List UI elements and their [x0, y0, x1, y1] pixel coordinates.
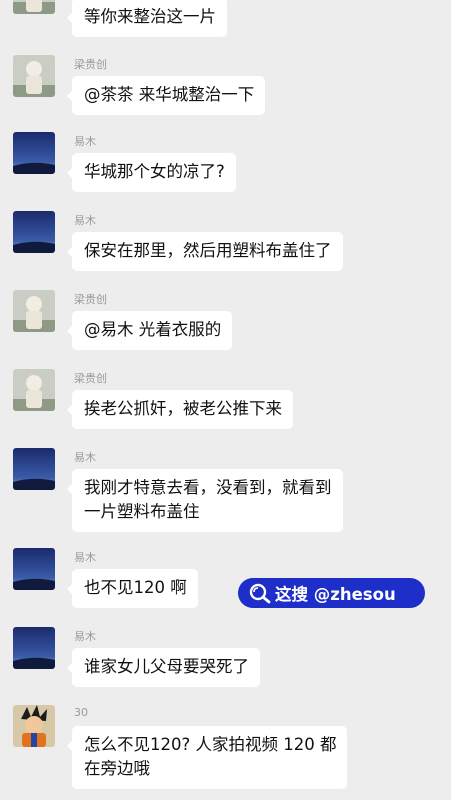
- message-bubble[interactable]: 我刚才特意去看，没看到，就看到 一片塑料布盖住: [67, 469, 343, 532]
- sender-name: 梁贵创: [74, 58, 107, 71]
- avatar[interactable]: [13, 448, 55, 490]
- message-text: 一片塑料布盖住: [84, 502, 200, 521]
- message-text: 怎么不见120? 人家拍视频 120 都: [84, 735, 337, 754]
- message-bubble[interactable]: 华城那个女的凉了?: [67, 153, 236, 192]
- sender-name: 易木: [74, 214, 96, 227]
- sender-name: 梁贵创: [74, 293, 107, 306]
- message-bubble[interactable]: 挨老公抓奸，被老公推下来: [67, 390, 293, 429]
- search-icon: [248, 582, 272, 604]
- message-text: 华城那个女的凉了?: [84, 162, 225, 181]
- sender-name: 易木: [74, 135, 96, 148]
- message-bubble[interactable]: 等你来整治这一片: [67, 0, 227, 37]
- avatar[interactable]: [13, 705, 55, 747]
- avatar[interactable]: [13, 132, 55, 174]
- message-bubble[interactable]: 保安在那里，然后用塑料布盖住了: [67, 232, 343, 271]
- watermark-text: 这搜 @zhesou: [275, 585, 396, 604]
- message-text: @易木 光着衣服的: [84, 320, 222, 339]
- message-text: 挨老公抓奸，被老公推下来: [84, 399, 282, 418]
- sender-name: 易木: [74, 630, 96, 643]
- message-bubble[interactable]: @易木 光着衣服的: [66, 311, 233, 350]
- avatar[interactable]: [13, 290, 55, 332]
- message-text: 也不见120 啊: [84, 578, 187, 597]
- message-text: @茶茶 来华城整治一下: [84, 85, 255, 104]
- avatar[interactable]: [13, 627, 55, 669]
- sender-name: 梁贵创: [74, 372, 107, 385]
- sender-name: 易木: [74, 451, 96, 464]
- avatar[interactable]: [13, 0, 55, 14]
- message-bubble[interactable]: 谁家女儿父母要哭死了: [67, 648, 260, 687]
- avatar[interactable]: [13, 55, 55, 97]
- avatar[interactable]: [13, 211, 55, 253]
- message-text: 我刚才特意去看，没看到，就看到: [84, 478, 332, 497]
- avatar[interactable]: [13, 369, 55, 411]
- watermark-badge: 这搜 @zhesou: [238, 578, 425, 608]
- sender-name: 易木: [74, 551, 96, 564]
- avatar[interactable]: [13, 548, 55, 590]
- message-bubble[interactable]: 也不见120 啊: [67, 569, 198, 608]
- message-bubble[interactable]: @茶茶 来华城整治一下: [66, 76, 266, 115]
- message-text: 等你来整治这一片: [84, 7, 216, 26]
- message-text: 在旁边哦: [84, 759, 150, 778]
- sender-name: 30: [74, 706, 88, 719]
- message-text: 保安在那里，然后用塑料布盖住了: [84, 241, 332, 260]
- message-text: 谁家女儿父母要哭死了: [84, 657, 249, 676]
- message-bubble[interactable]: 怎么不见120? 人家拍视频 120 都 在旁边哦: [66, 726, 348, 789]
